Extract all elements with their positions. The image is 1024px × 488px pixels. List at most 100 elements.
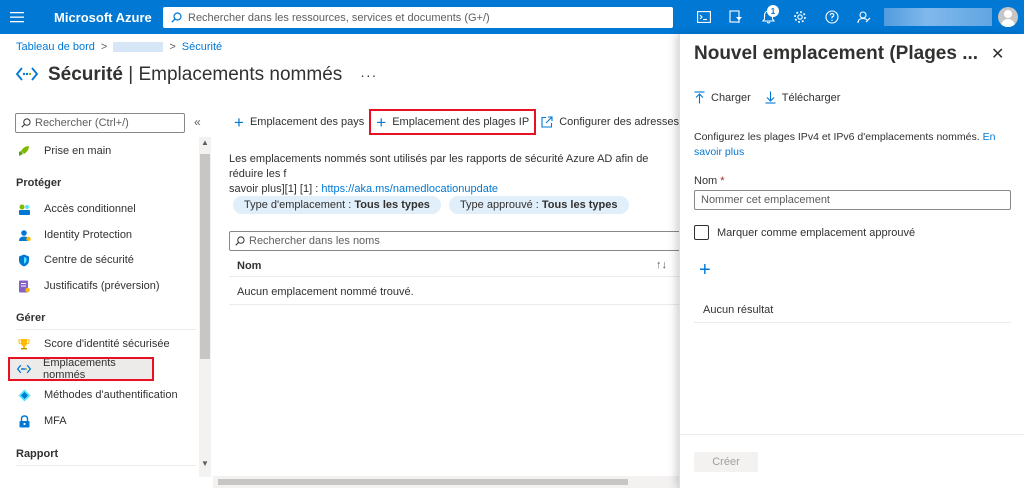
ip-range-empty-message: Aucun résultat	[694, 304, 1011, 323]
add-country-location-label: Emplacement des pays	[249, 116, 365, 128]
cloud-shell-icon[interactable]	[688, 0, 720, 34]
sidebar-scrollbar-thumb[interactable]	[200, 154, 210, 359]
location-name-field[interactable]	[694, 190, 1011, 210]
sidebar-item-mfa[interactable]: MFA	[8, 409, 198, 433]
section-divider	[16, 465, 196, 466]
named-locations-icon	[16, 363, 31, 375]
download-label: Télécharger	[781, 91, 841, 104]
notification-count-badge: 1	[767, 5, 779, 17]
sidebar-item-identity-protection[interactable]: Identity Protection	[8, 223, 198, 247]
sidebar-item-named-locations[interactable]: Emplacements nommés	[8, 357, 154, 381]
sidebar-item-verifiable-credentials[interactable]: Justificatifs (préversion)	[8, 274, 198, 298]
breadcrumb-home-link[interactable]: Tableau de bord	[16, 41, 95, 53]
breadcrumb-tenant-redacted[interactable]	[113, 42, 164, 52]
menu-icon[interactable]	[0, 0, 34, 34]
sidebar-item-label: Score d'identité sécurisée	[44, 338, 170, 350]
description-text: Les emplacements nommés sont utilisés pa…	[229, 153, 649, 180]
sidebar-search-placeholder: Rechercher (Ctrl+/)	[35, 117, 129, 129]
trusted-location-checkbox[interactable]: Marquer comme emplacement approuvé	[694, 225, 915, 240]
breadcrumb-separator: >	[100, 41, 108, 53]
shield-icon	[16, 254, 32, 267]
sidebar-item-secure-score[interactable]: Score d'identité sécurisée	[8, 332, 198, 356]
close-icon[interactable]: ✕	[991, 44, 1004, 64]
name-search-input[interactable]: Rechercher dans les noms	[229, 231, 679, 251]
section-report-heading: Rapport	[16, 448, 59, 460]
row-divider	[229, 304, 679, 305]
scroll-up-icon[interactable]: ▲	[200, 138, 210, 147]
help-icon[interactable]	[816, 0, 848, 34]
trusted-type-filter[interactable]: Type approuvé : Tous les types	[448, 196, 629, 214]
add-icon: +	[376, 112, 387, 132]
name-field-label: Nom *	[694, 175, 725, 187]
create-button[interactable]: Créer	[694, 452, 758, 472]
sidebar-item-getting-started[interactable]: Prise en main	[8, 139, 198, 163]
panel-title: Nouvel emplacement (Plages ...	[694, 43, 979, 64]
account-name-redacted[interactable]	[884, 8, 992, 26]
sidebar-item-label: Centre de sécurité	[44, 254, 134, 266]
trophy-icon	[16, 338, 32, 350]
new-ip-range-location-panel: Nouvel emplacement (Plages ... ✕ Charger…	[679, 34, 1024, 488]
panel-footer-divider	[680, 434, 1024, 435]
upload-icon	[694, 91, 705, 104]
conditional-access-icon	[16, 203, 32, 216]
sidebar-item-label: Emplacements nommés	[43, 357, 116, 381]
panel-description: Configurez les plages IPv4 et IPv6 d'emp…	[694, 131, 996, 158]
sidebar-item-security-center[interactable]: Centre de sécurité	[8, 248, 198, 272]
named-locations-icon	[15, 65, 39, 86]
add-country-location-button[interactable]: + Emplacement des pays	[228, 110, 370, 134]
settings-icon[interactable]	[784, 0, 816, 34]
sidebar-item-label: MFA	[44, 415, 67, 427]
sidebar-item-conditional-access[interactable]: Accès conditionnel	[8, 197, 198, 221]
notifications-icon[interactable]: 1	[752, 0, 784, 34]
top-bar: Microsoft Azure Rechercher dans les ress…	[0, 0, 1024, 34]
filter-pills: Type d'emplacement : Tous les types Type…	[233, 196, 629, 214]
section-manage-heading: Gérer	[16, 312, 46, 324]
more-options-icon[interactable]: ···	[360, 67, 377, 83]
named-location-update-link[interactable]: https://aka.ms/namedlocationupdate	[321, 183, 498, 195]
lock-icon	[16, 414, 32, 428]
sidebar-search-input[interactable]: Rechercher (Ctrl+/)	[15, 113, 185, 133]
sidebar-item-label: Justificatifs (préversion)	[44, 280, 160, 292]
upload-button[interactable]: Charger	[694, 91, 751, 104]
external-link-icon	[541, 116, 553, 128]
search-icon	[171, 12, 182, 23]
sidebar: Rechercher (Ctrl+/) « Prise en main Prot…	[0, 104, 213, 488]
column-header-name-label: Nom	[237, 259, 262, 272]
avatar[interactable]	[998, 7, 1018, 27]
scroll-down-icon[interactable]: ▼	[200, 459, 210, 468]
page-title: Sécurité | Emplacements nommés	[48, 64, 343, 85]
brand-title[interactable]: Microsoft Azure	[54, 10, 162, 25]
location-type-filter[interactable]: Type d'emplacement : Tous les types	[233, 196, 441, 214]
directory-filter-icon[interactable]	[720, 0, 752, 34]
sidebar-item-authentication-methods[interactable]: Méthodes d'authentification	[8, 383, 198, 407]
checkbox[interactable]	[694, 225, 709, 240]
page-description: Les emplacements nommés sont utilisés pa…	[229, 152, 679, 197]
search-icon	[21, 118, 31, 128]
required-indicator: *	[720, 175, 725, 187]
description-text-2: savoir plus][1] [1] :	[229, 183, 322, 195]
add-ip-range-icon[interactable]: +	[699, 259, 711, 282]
page-header: Sécurité | Emplacements nommés ···	[15, 64, 377, 86]
breadcrumb-separator: >	[169, 41, 176, 53]
add-ip-range-location-label: Emplacement des plages IP	[392, 116, 530, 128]
add-ip-range-location-button[interactable]: + Emplacement des plages IP	[369, 109, 537, 135]
add-icon: +	[234, 112, 244, 132]
command-bar: + Emplacement des pays + Emplacement des…	[228, 109, 707, 135]
global-search-placeholder: Rechercher dans les ressources, services…	[188, 11, 490, 24]
download-icon	[765, 91, 776, 104]
section-protect-heading: Protéger	[16, 177, 62, 189]
authentication-methods-icon	[16, 389, 32, 402]
sidebar-item-label: Identity Protection	[44, 229, 133, 241]
sort-icon[interactable]: ↑↓	[656, 259, 667, 271]
collapse-sidebar-icon[interactable]: «	[194, 115, 201, 129]
rocket-icon	[16, 145, 32, 157]
global-search-input[interactable]: Rechercher dans les ressources, services…	[163, 7, 673, 28]
horizontal-scrollbar[interactable]	[213, 476, 679, 488]
feedback-icon[interactable]	[848, 0, 880, 34]
column-header-name[interactable]: Nom ↑↓	[229, 255, 679, 277]
panel-command-bar: Charger Télécharger	[694, 91, 840, 104]
download-button[interactable]: Télécharger	[765, 91, 841, 104]
credentials-icon	[16, 280, 32, 293]
empty-list-message: Aucun emplacement nommé trouvé.	[237, 286, 414, 298]
breadcrumb-security-link[interactable]: Sécurité	[182, 41, 222, 53]
